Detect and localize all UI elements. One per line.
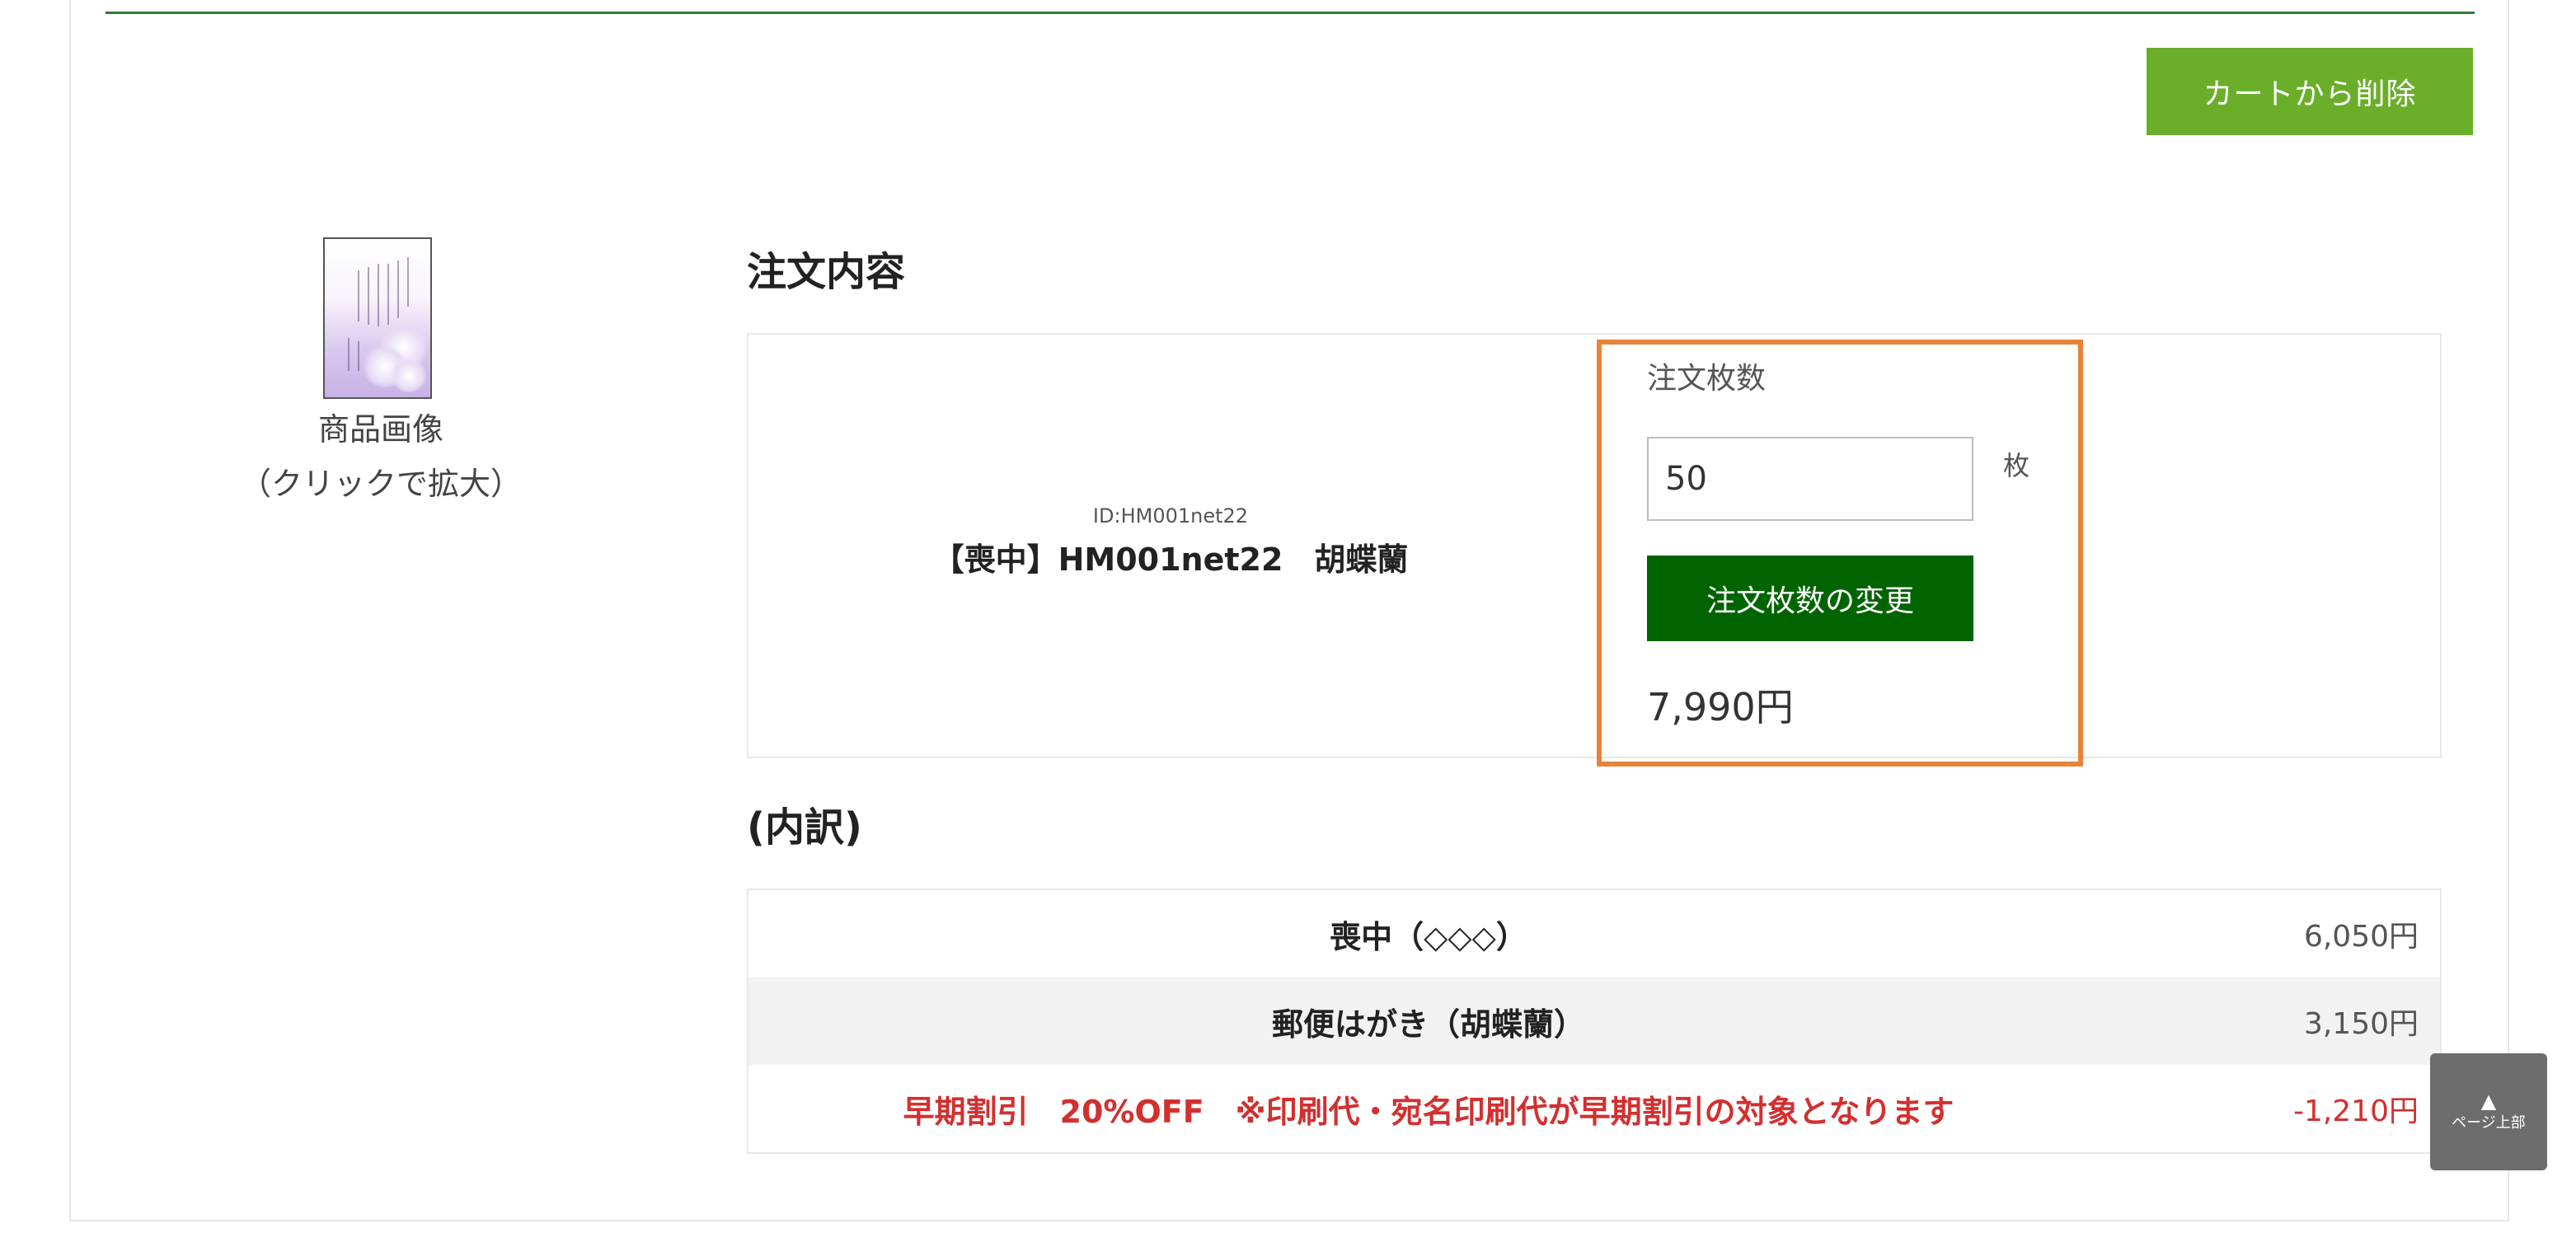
thumbnail-caption: 商品画像 （クリックで拡大） — [216, 402, 546, 511]
order-section-title: 注文内容 — [747, 249, 906, 295]
breakdown-row: 郵便はがき（胡蝶蘭） 3,150円 — [748, 977, 2440, 1065]
breakdown-row-label: 喪中（◇◇◇） — [1330, 918, 1527, 955]
quantity-unit: 枚 — [2003, 450, 2030, 481]
breakdown-row-label: 郵便はがき（胡蝶蘭） — [1271, 1006, 1585, 1043]
page-top-button[interactable]: ▲ ページ上部 — [2430, 1053, 2547, 1170]
quantity-label: 注文枚数 — [1647, 362, 1767, 396]
thumbnail-caption-hint: （クリックで拡大） — [239, 466, 522, 502]
page-top-label: ページ上部 — [2452, 1114, 2526, 1132]
breakdown-row: 喪中（◇◇◇） 6,050円 — [748, 890, 2440, 977]
subtotal-price: 7,990円 — [1647, 685, 1794, 729]
remove-from-cart-button[interactable]: カートから削除 — [2147, 48, 2473, 135]
change-quantity-button[interactable]: 注文枚数の変更 — [1647, 556, 1973, 641]
breakdown-table: 喪中（◇◇◇） 6,050円 郵便はがき（胡蝶蘭） 3,150円 早期割引 20… — [747, 888, 2442, 1154]
discount-row: 早期割引 20%OFF ※印刷代・宛名印刷代が早期割引の対象となります -1,2… — [748, 1065, 2440, 1152]
up-arrow-icon: ▲ — [2480, 1090, 2497, 1113]
quantity-input[interactable] — [1647, 437, 1973, 521]
product-name: 【喪中】HM001net22 胡蝶蘭 — [932, 541, 1409, 578]
discount-row-label: 早期割引 20%OFF ※印刷代・宛名印刷代が早期割引の対象となります — [903, 1093, 1954, 1130]
discount-row-price: -1,210円 — [2292, 1095, 2419, 1128]
breakdown-row-price: 3,150円 — [2303, 1007, 2419, 1041]
product-thumbnail[interactable] — [323, 237, 432, 399]
breakdown-row-price: 6,050円 — [2303, 920, 2419, 954]
thumbnail-caption-title: 商品画像 — [317, 411, 443, 448]
section-divider — [106, 12, 2475, 14]
cart-page: カートから削除 商品画像 （クリックで拡大） 注文内容 ID:HM001net2… — [0, 0, 2576, 1233]
breakdown-section-title: (内訳) — [747, 804, 862, 851]
product-id: ID:HM001net22 — [1092, 504, 1249, 527]
